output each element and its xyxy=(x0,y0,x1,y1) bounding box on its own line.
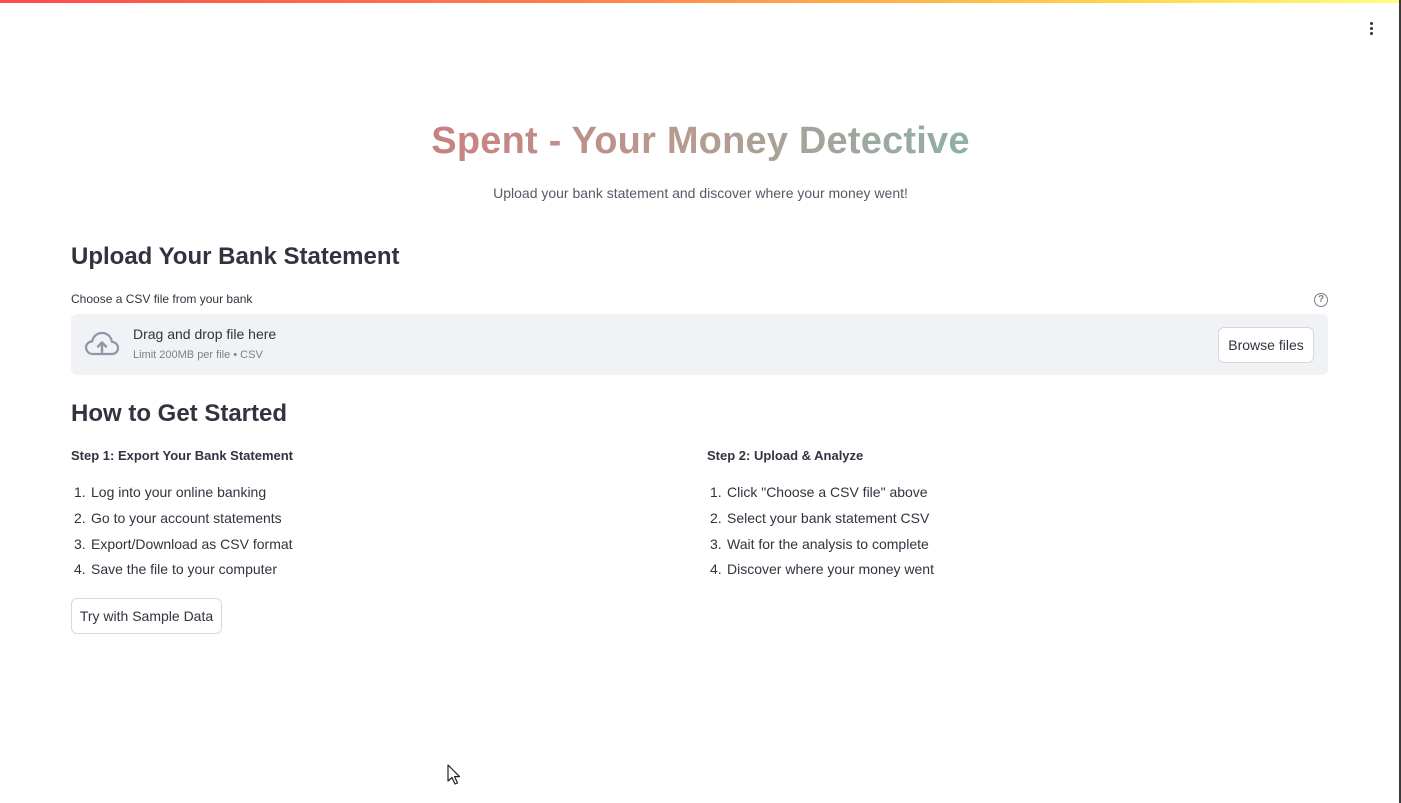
list-item: 1. Log into your online banking xyxy=(74,484,267,500)
browse-files-button[interactable]: Browse files xyxy=(1218,327,1314,363)
mouse-cursor-icon xyxy=(447,764,461,785)
how-to-heading: How to Get Started xyxy=(71,400,288,427)
list-item: 3. Wait for the analysis to complete xyxy=(710,535,929,552)
page-subtitle: Upload your bank statement and discover … xyxy=(493,185,908,201)
step1-list: 1. Log into your online banking 2. Go to y… xyxy=(74,484,293,587)
list-item: 4. Discover where your money went xyxy=(710,561,934,578)
kebab-menu-icon xyxy=(1369,21,1373,25)
upload-heading: Upload Your Bank Statement xyxy=(71,243,400,270)
main-menu-button[interactable] xyxy=(1358,16,1384,40)
list-item: 3. Export/Download as CSV format xyxy=(74,535,293,552)
file-dropzone[interactable]: Drag and drop file here Limit 200MB per … xyxy=(71,314,1328,375)
step1-title: Step 1: Export Your Bank Statement xyxy=(71,448,294,463)
list-item: 4. Save the file to your computer xyxy=(74,561,277,578)
cloud-upload-icon xyxy=(84,331,120,356)
page-title: Spent - Your Money Detective xyxy=(431,120,970,162)
list-item: 2. Go to your account statements xyxy=(74,509,282,526)
dropzone-instructions: Drag and drop file here xyxy=(133,326,277,342)
step2-title: Step 2: Upload & Analyze xyxy=(707,448,864,463)
list-item: 1. Click "Choose a CSV file" above xyxy=(710,484,928,500)
file-uploader-label: Choose a CSV file from your bank xyxy=(71,292,253,306)
list-item: 2. Select your bank statement CSV xyxy=(710,509,930,526)
dropzone-limit-text: Limit 200MB per file • CSV xyxy=(133,349,263,361)
step2-list: 1. Click "Choose a CSV file" above 2. Sele… xyxy=(710,484,934,587)
try-sample-data-button[interactable]: Try with Sample Data xyxy=(71,598,222,634)
question-circle-icon[interactable]: ? xyxy=(1314,293,1328,307)
top-decoration-bar xyxy=(0,0,1401,3)
